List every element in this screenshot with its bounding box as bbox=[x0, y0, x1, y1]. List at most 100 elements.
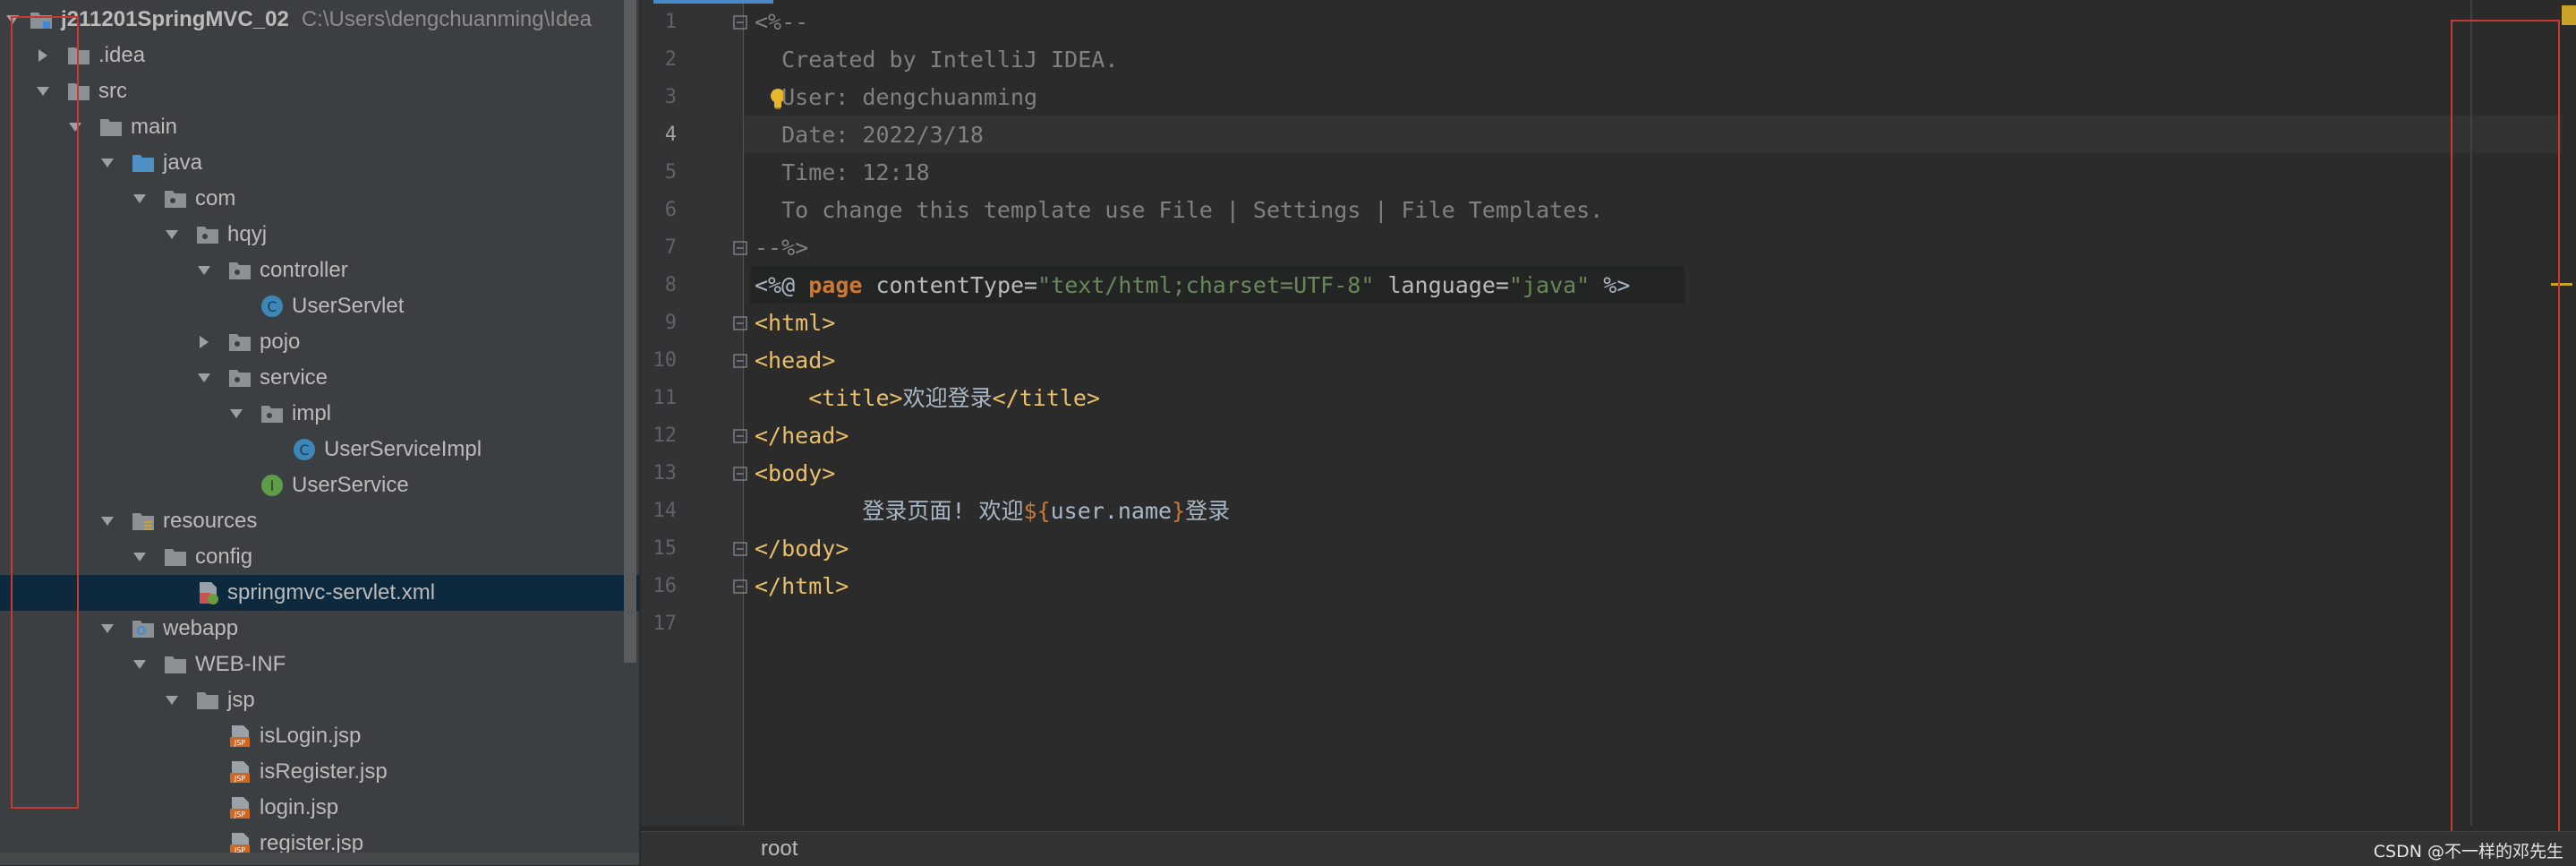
code-line-11[interactable]: <title>欢迎登录</title> bbox=[755, 380, 1100, 417]
chevron-down-icon[interactable] bbox=[227, 405, 245, 423]
fold-collapse-icon[interactable] bbox=[732, 315, 748, 331]
fold-end-icon[interactable] bbox=[732, 428, 748, 444]
chevron-down-icon[interactable] bbox=[34, 82, 52, 100]
chevron-down-icon[interactable] bbox=[4, 11, 21, 29]
tree-item-idea[interactable]: .idea bbox=[0, 38, 639, 73]
tree-item-webapp[interactable]: webapp bbox=[0, 611, 639, 647]
breadcrumb-bar bbox=[641, 831, 2576, 866]
code-line-10[interactable]: <head> bbox=[755, 342, 835, 380]
chevron-down-icon[interactable] bbox=[131, 656, 149, 673]
fold-collapse-icon[interactable] bbox=[732, 14, 748, 30]
line-number-current: 4 bbox=[664, 124, 677, 146]
code-line-5[interactable]: Time: 12:18 bbox=[755, 154, 930, 192]
line-number: 17 bbox=[653, 613, 678, 635]
tree-item-main[interactable]: main bbox=[0, 109, 639, 145]
chevron-down-icon[interactable] bbox=[131, 190, 149, 208]
tree-item-controller[interactable]: controller bbox=[0, 253, 639, 288]
tree-item-hqyj[interactable]: hqyj bbox=[0, 217, 639, 253]
line-number: 8 bbox=[664, 274, 677, 296]
tree-item-config[interactable]: config bbox=[0, 539, 639, 575]
fold-collapse-icon[interactable] bbox=[732, 353, 748, 369]
tree-item-userservice[interactable]: I UserService bbox=[0, 467, 639, 503]
breadcrumb-item[interactable]: root bbox=[761, 836, 798, 862]
code-line-1[interactable]: <%-- bbox=[755, 4, 808, 41]
current-line-highlight bbox=[743, 116, 2576, 153]
xml-file-icon bbox=[195, 580, 220, 605]
interface-icon: I bbox=[260, 473, 285, 498]
code-line-16[interactable]: </html> bbox=[755, 568, 849, 605]
warning-marker[interactable] bbox=[2551, 283, 2572, 286]
package-icon bbox=[227, 258, 252, 283]
tree-item-pojo[interactable]: pojo bbox=[0, 324, 639, 360]
chevron-down-icon[interactable] bbox=[66, 118, 84, 136]
line-number: 7 bbox=[664, 236, 677, 259]
tree-item-isregister-jsp[interactable]: JSP isRegister.jsp bbox=[0, 754, 639, 790]
code-line-14[interactable]: 登录页面! 欢迎${user.name}登录 bbox=[755, 493, 1230, 530]
fold-collapse-icon[interactable] bbox=[732, 466, 748, 482]
chevron-down-icon[interactable] bbox=[163, 226, 181, 244]
folder-icon bbox=[163, 652, 188, 677]
package-icon bbox=[195, 222, 220, 247]
fold-end-icon[interactable] bbox=[732, 541, 748, 557]
module-folder-icon bbox=[29, 7, 54, 32]
chevron-down-icon[interactable] bbox=[98, 154, 116, 172]
tree-item-resources[interactable]: resources bbox=[0, 503, 639, 539]
fold-end-icon[interactable] bbox=[732, 579, 748, 595]
code-line-3[interactable]: User: dengchuanming bbox=[755, 79, 1037, 116]
jsp-file-icon: JSP bbox=[227, 795, 252, 820]
svg-text:JSP: JSP bbox=[234, 739, 245, 747]
project-name: j211201SpringMVC_02 bbox=[61, 7, 289, 31]
chevron-down-icon[interactable] bbox=[195, 262, 213, 279]
code-line-7[interactable]: --%> bbox=[755, 229, 808, 267]
line-number: 16 bbox=[653, 575, 678, 597]
project-path: C:\Users\dengchuanming\Idea bbox=[301, 7, 592, 31]
folder-icon bbox=[66, 79, 91, 104]
code-line-8[interactable]: <%@ page contentType="text/html;charset=… bbox=[755, 267, 1630, 304]
tree-vertical-scrollbar[interactable] bbox=[624, 0, 636, 663]
code-line-12[interactable]: </head> bbox=[755, 417, 849, 455]
line-number: 10 bbox=[653, 349, 678, 372]
error-stripe[interactable] bbox=[2562, 0, 2576, 842]
line-number: 3 bbox=[664, 86, 677, 108]
package-icon bbox=[260, 401, 285, 426]
project-tree-panel: j211201SpringMVC_02 C:\Users\dengchuanmi… bbox=[0, 0, 639, 865]
tree-item-userserviceimpl[interactable]: C UserServiceImpl bbox=[0, 432, 639, 467]
line-number: 6 bbox=[664, 199, 677, 221]
tree-item-userservlet[interactable]: C UserServlet bbox=[0, 288, 639, 324]
code-line-15[interactable]: </body> bbox=[755, 530, 849, 568]
code-line-6[interactable]: To change this template use File | Setti… bbox=[755, 192, 1603, 229]
tree-item-impl[interactable]: impl bbox=[0, 396, 639, 432]
line-number: 2 bbox=[664, 48, 677, 71]
code-line-2[interactable]: Created by IntelliJ IDEA. bbox=[755, 41, 1118, 79]
chevron-down-icon[interactable] bbox=[98, 620, 116, 638]
code-line-13[interactable]: <body> bbox=[755, 455, 835, 493]
tree-root-project[interactable]: j211201SpringMVC_02 C:\Users\dengchuanmi… bbox=[0, 2, 639, 38]
tree-item-java[interactable]: java bbox=[0, 145, 639, 181]
line-number: 9 bbox=[664, 312, 677, 334]
chevron-down-icon[interactable] bbox=[163, 691, 181, 709]
line-number: 1 bbox=[664, 11, 677, 33]
svg-text:I: I bbox=[270, 477, 275, 494]
chevron-right-icon[interactable] bbox=[34, 47, 52, 64]
line-number: 5 bbox=[664, 161, 677, 184]
tree-item-springmvc-servlet-xml[interactable]: springmvc-servlet.xml bbox=[0, 575, 639, 611]
chevron-down-icon[interactable] bbox=[131, 548, 149, 566]
chevron-down-icon[interactable] bbox=[195, 369, 213, 387]
tree-horizontal-scrollbar[interactable] bbox=[0, 853, 639, 865]
line-number: 12 bbox=[653, 424, 678, 447]
tree-item-service[interactable]: service bbox=[0, 360, 639, 396]
fold-end-icon[interactable] bbox=[732, 240, 748, 256]
chevron-down-icon[interactable] bbox=[98, 512, 116, 530]
code-line-4[interactable]: Date: 2022/3/18 bbox=[755, 116, 984, 154]
tree-item-src[interactable]: src bbox=[0, 73, 639, 109]
package-icon bbox=[163, 186, 188, 211]
tree-item-login-jsp[interactable]: JSP login.jsp bbox=[0, 790, 639, 826]
tree-item-com[interactable]: com bbox=[0, 181, 639, 217]
code-line-9[interactable]: <html> bbox=[755, 304, 835, 342]
tree-item-islogin-jsp[interactable]: JSP isLogin.jsp bbox=[0, 718, 639, 754]
right-margin-guide bbox=[2470, 0, 2472, 826]
tree-item-jsp[interactable]: jsp bbox=[0, 682, 639, 718]
chevron-right-icon[interactable] bbox=[195, 333, 213, 351]
tree-item-web-inf[interactable]: WEB-INF bbox=[0, 647, 639, 682]
inspection-status-icon[interactable] bbox=[2562, 5, 2576, 25]
